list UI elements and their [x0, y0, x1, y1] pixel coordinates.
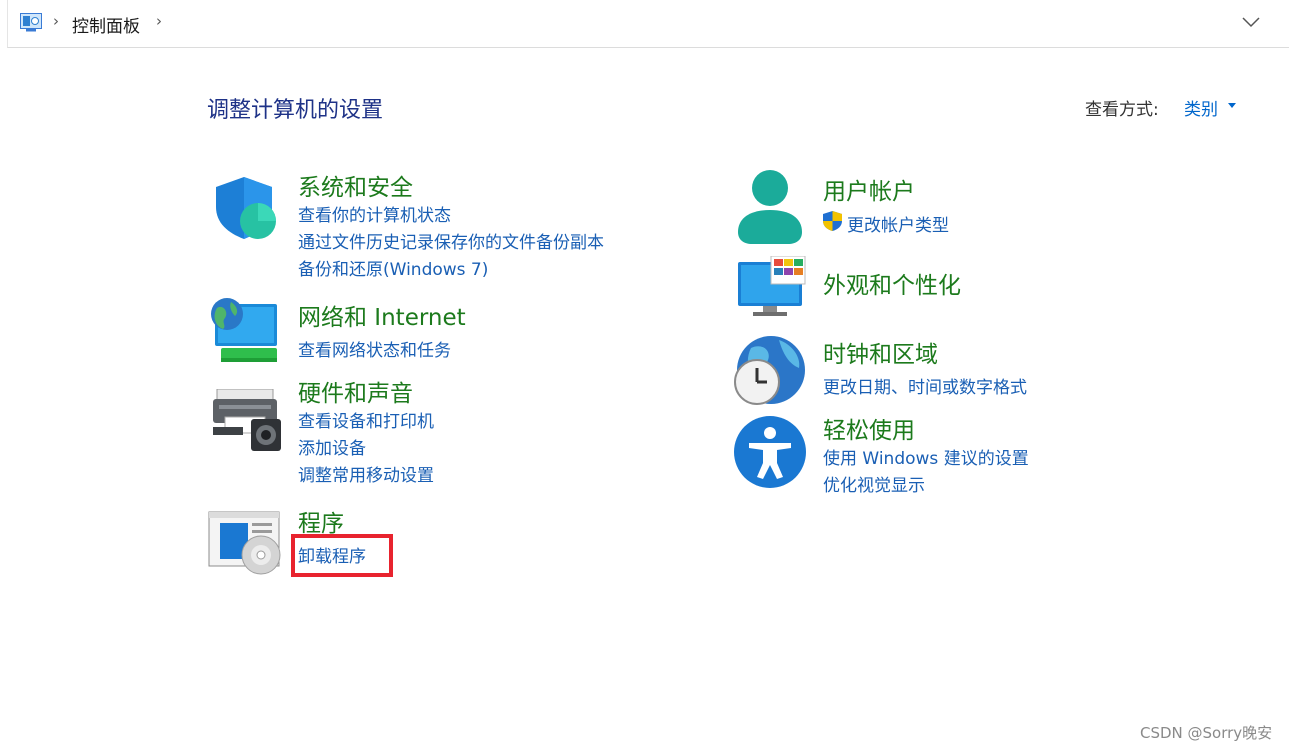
link-add-device[interactable]: 添加设备	[298, 434, 366, 459]
programs-disc-icon[interactable]	[208, 511, 282, 575]
category-clock-region[interactable]: 时钟和区域	[823, 335, 938, 369]
watermark-text: CSDN @Sorry晚安	[1140, 724, 1273, 742]
link-backup-restore[interactable]: 备份和还原(Windows 7)	[298, 255, 488, 280]
link-change-date-time-format[interactable]: 更改日期、时间或数字格式	[823, 373, 1027, 398]
control-panel-icon	[20, 13, 42, 32]
category-network-internet[interactable]: 网络和 Internet	[298, 298, 466, 332]
annotation-highlight-box	[291, 534, 393, 577]
link-file-history-backup[interactable]: 通过文件历史记录保存你的文件备份副本	[298, 228, 604, 253]
chevron-right-icon[interactable]: ›	[53, 12, 59, 30]
category-hardware-sound[interactable]: 硬件和声音	[298, 374, 413, 408]
user-icon[interactable]	[736, 170, 804, 244]
caret-down-icon[interactable]	[1228, 103, 1236, 108]
printer-speaker-icon[interactable]	[211, 389, 283, 451]
chevron-down-icon[interactable]	[1241, 15, 1261, 29]
clock-globe-icon[interactable]	[733, 334, 807, 406]
monitor-personalize-icon[interactable]	[737, 256, 807, 318]
link-network-status[interactable]: 查看网络状态和任务	[298, 336, 451, 361]
chevron-right-icon[interactable]: ›	[156, 12, 162, 30]
link-view-computer-status[interactable]: 查看你的计算机状态	[298, 201, 451, 226]
breadcrumb-control-panel[interactable]: 控制面板	[72, 12, 140, 37]
category-user-accounts[interactable]: 用户帐户	[823, 172, 915, 206]
page-title: 调整计算机的设置	[207, 98, 384, 123]
link-change-account-type[interactable]: 更改帐户类型	[847, 211, 949, 236]
shield-icon[interactable]	[210, 175, 278, 241]
link-mobility-settings[interactable]: 调整常用移动设置	[298, 461, 434, 486]
category-appearance-personalization[interactable]: 外观和个性化	[823, 266, 961, 300]
link-optimize-visual-display[interactable]: 优化视觉显示	[823, 471, 925, 496]
category-programs[interactable]: 程序	[298, 504, 344, 538]
accessibility-icon[interactable]	[733, 415, 807, 489]
address-bar[interactable]: › 控制面板 ›	[7, 0, 1289, 48]
category-ease-of-access[interactable]: 轻松使用	[823, 411, 915, 445]
category-system-security[interactable]: 系统和安全	[298, 168, 413, 202]
network-globe-icon[interactable]	[209, 298, 279, 366]
uac-shield-icon	[823, 211, 842, 231]
view-by-label: 查看方式:	[1085, 100, 1159, 120]
link-windows-recommended-settings[interactable]: 使用 Windows 建议的设置	[823, 444, 1029, 469]
link-devices-printers[interactable]: 查看设备和打印机	[298, 407, 434, 432]
view-by-dropdown[interactable]: 类别	[1184, 95, 1218, 120]
